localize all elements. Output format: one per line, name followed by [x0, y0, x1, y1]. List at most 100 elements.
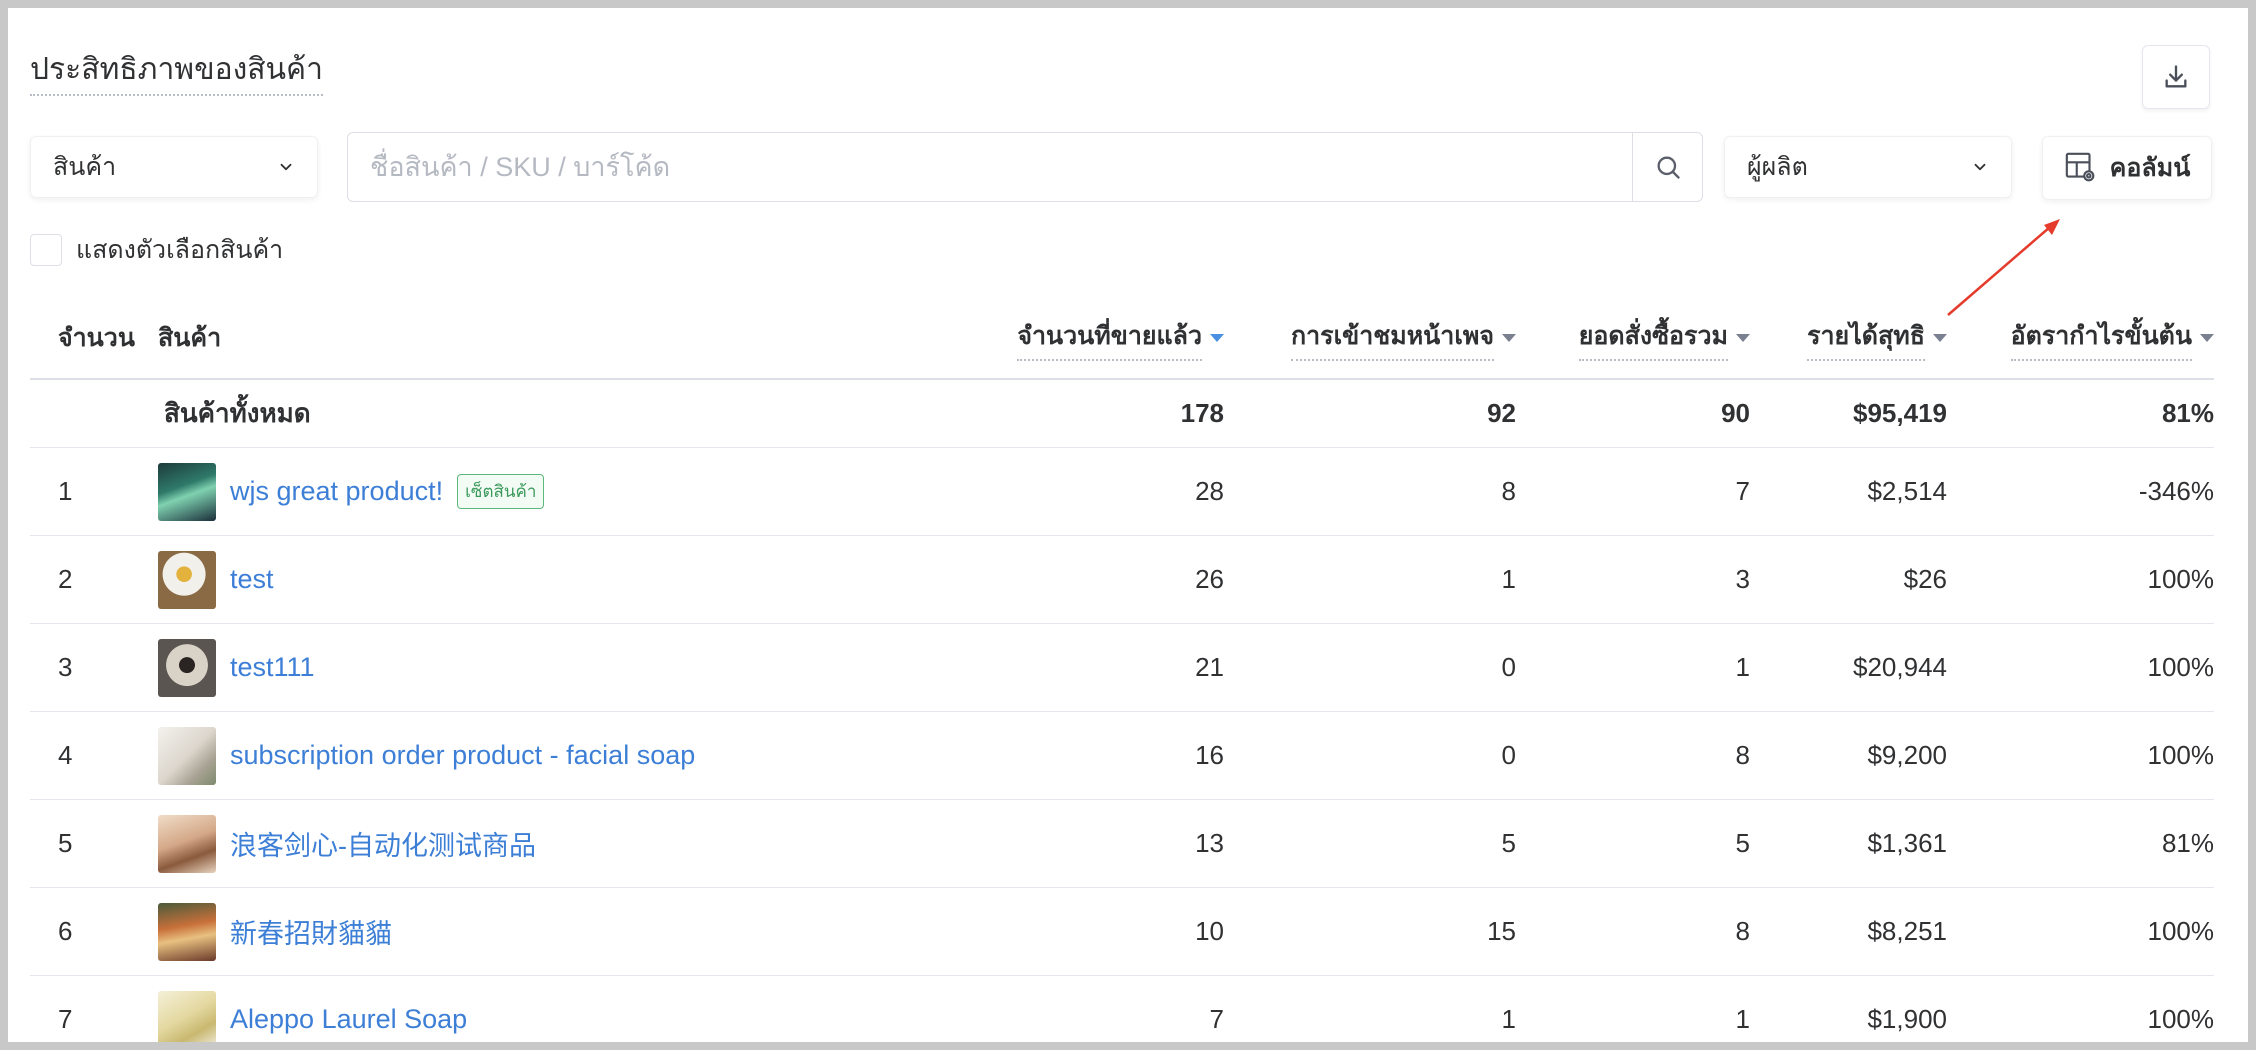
- total-label: สินค้าทั้งหมด: [164, 398, 311, 428]
- row-margin: 100%: [2147, 916, 2215, 946]
- header-product: สินค้า: [158, 324, 222, 352]
- table-row: 2 test 26 1 3 $26 100%: [30, 536, 2214, 624]
- row-num: 7: [58, 1004, 73, 1034]
- header-sold[interactable]: จำนวนที่ขายแล้ว: [798, 316, 1226, 361]
- row-revenue: $26: [1903, 564, 1947, 594]
- chevron-down-icon: [1974, 163, 1986, 171]
- table-row: 1 wjs great product! เซ็ตสินค้า 28 8 7 $…: [30, 448, 2214, 536]
- product-performance-panel: ประสิทธิภาพของสินค้า สินค้า ผู้ผลิต คอลั…: [8, 8, 2248, 1042]
- row-margin: 100%: [2147, 652, 2215, 682]
- product-link[interactable]: test: [230, 564, 274, 595]
- sort-caret-icon: [1736, 334, 1750, 342]
- product-link[interactable]: test111: [230, 652, 315, 683]
- row-views: 5: [1501, 828, 1516, 858]
- row-sold: 26: [1195, 564, 1224, 594]
- row-revenue: $1,900: [1867, 1004, 1947, 1034]
- show-options-checkbox[interactable]: [30, 234, 62, 266]
- product-thumbnail: [158, 726, 216, 785]
- row-views: 15: [1487, 916, 1516, 946]
- table-row: 7 Aleppo Laurel Soap 7 1 1 $1,900 100%: [30, 976, 2214, 1042]
- header-views-label: การเข้าชมหน้าเพจ: [1290, 316, 1494, 361]
- header-sold-label: จำนวนที่ขายแล้ว: [1017, 316, 1202, 361]
- product-type-value: สินค้า: [53, 153, 117, 181]
- header-margin-label: อัตรากำไรขั้นต้น: [2010, 316, 2192, 361]
- row-orders: 1: [1735, 1004, 1750, 1034]
- header-views[interactable]: การเข้าชมหน้าเพจ: [1226, 316, 1516, 361]
- product-link[interactable]: subscription order product - facial soap: [230, 740, 695, 771]
- table-row: 6 新春招財貓貓 10 15 8 $8,251 100%: [30, 888, 2214, 976]
- total-row: สินค้าทั้งหมด 178 92 90 $95,419 81%: [30, 380, 2214, 448]
- row-revenue: $20,944: [1853, 652, 1947, 682]
- row-sold: 16: [1195, 740, 1224, 770]
- total-orders: 90: [1721, 398, 1750, 428]
- download-button[interactable]: [2142, 45, 2210, 109]
- total-margin: 81%: [2161, 398, 2214, 428]
- row-sold: 13: [1195, 828, 1224, 858]
- product-link[interactable]: Aleppo Laurel Soap: [230, 1004, 467, 1035]
- product-thumbnail: [158, 638, 216, 697]
- show-options-toggle[interactable]: แสดงตัวเลือกสินค้า: [30, 230, 283, 270]
- row-views: 1: [1501, 1004, 1516, 1034]
- product-link[interactable]: 新春招財貓貓: [230, 912, 392, 951]
- search-icon: [1657, 156, 1680, 179]
- row-num: 4: [58, 740, 73, 770]
- product-thumbnail: [158, 814, 216, 873]
- total-views: 92: [1487, 398, 1516, 428]
- header-num: จำนวน: [58, 324, 135, 352]
- product-link[interactable]: 浪客剑心-自动化测试商品: [230, 824, 536, 863]
- columns-button[interactable]: คอลัมน์: [2042, 136, 2212, 200]
- row-num: 6: [58, 916, 73, 946]
- row-margin: 100%: [2147, 740, 2215, 770]
- search-input[interactable]: [348, 133, 1632, 201]
- bundle-badge: เซ็ตสินค้า: [457, 474, 545, 509]
- row-revenue: $2,514: [1867, 476, 1947, 506]
- column-settings-icon: [2065, 152, 2095, 182]
- row-sold: 28: [1195, 476, 1224, 506]
- row-views: 0: [1501, 652, 1516, 682]
- row-revenue: $8,251: [1867, 916, 1947, 946]
- product-thumbnail: [158, 990, 216, 1042]
- columns-button-label: คอลัมน์: [2109, 154, 2191, 182]
- product-thumbnail: [158, 462, 216, 521]
- header-orders[interactable]: ยอดสั่งซื้อรวม: [1516, 316, 1750, 361]
- row-views: 0: [1501, 740, 1516, 770]
- row-sold: 10: [1195, 916, 1224, 946]
- row-orders: 1: [1735, 652, 1750, 682]
- row-orders: 8: [1735, 916, 1750, 946]
- row-sold: 7: [1209, 1004, 1224, 1034]
- product-type-select[interactable]: สินค้า: [30, 136, 318, 198]
- page-title: ประสิทธิภาพของสินค้า: [30, 52, 323, 96]
- chevron-down-icon: [280, 163, 292, 171]
- table-header: จำนวน สินค้า จำนวนที่ขายแล้ว การเข้าชมหน…: [30, 298, 2214, 380]
- maker-select[interactable]: ผู้ผลิต: [1724, 136, 2012, 198]
- table-row: 5 浪客剑心-自动化测试商品 13 5 5 $1,361 81%: [30, 800, 2214, 888]
- row-orders: 5: [1735, 828, 1750, 858]
- row-views: 1: [1501, 564, 1516, 594]
- header-orders-label: ยอดสั่งซื้อรวม: [1578, 316, 1728, 361]
- show-options-label: แสดงตัวเลือกสินค้า: [76, 236, 284, 264]
- product-link[interactable]: wjs great product!: [230, 476, 443, 507]
- row-margin: -346%: [2138, 476, 2214, 506]
- row-num: 5: [58, 828, 73, 858]
- header-revenue-label: รายได้สุทธิ: [1807, 316, 1925, 361]
- table-row: 3 test111 21 0 1 $20,944 100%: [30, 624, 2214, 712]
- row-views: 8: [1501, 476, 1516, 506]
- product-thumbnail: [158, 550, 216, 609]
- row-revenue: $1,361: [1867, 828, 1947, 858]
- row-margin: 100%: [2147, 564, 2215, 594]
- row-orders: 8: [1735, 740, 1750, 770]
- search-box: [347, 132, 1703, 202]
- row-num: 2: [58, 564, 73, 594]
- table-row: 4 subscription order product - facial so…: [30, 712, 2214, 800]
- header-margin[interactable]: อัตรากำไรขั้นต้น: [1947, 316, 2214, 361]
- sort-caret-icon: [2200, 334, 2214, 342]
- header-revenue[interactable]: รายได้สุทธิ: [1750, 316, 1947, 361]
- row-orders: 7: [1735, 476, 1750, 506]
- product-thumbnail: [158, 902, 216, 961]
- search-button[interactable]: [1632, 133, 1702, 201]
- maker-value: ผู้ผลิต: [1747, 153, 1808, 181]
- total-revenue: $95,419: [1853, 398, 1947, 428]
- row-num: 1: [58, 476, 73, 506]
- product-performance-table: จำนวน สินค้า จำนวนที่ขายแล้ว การเข้าชมหน…: [30, 298, 2214, 1042]
- total-sold: 178: [1180, 398, 1224, 428]
